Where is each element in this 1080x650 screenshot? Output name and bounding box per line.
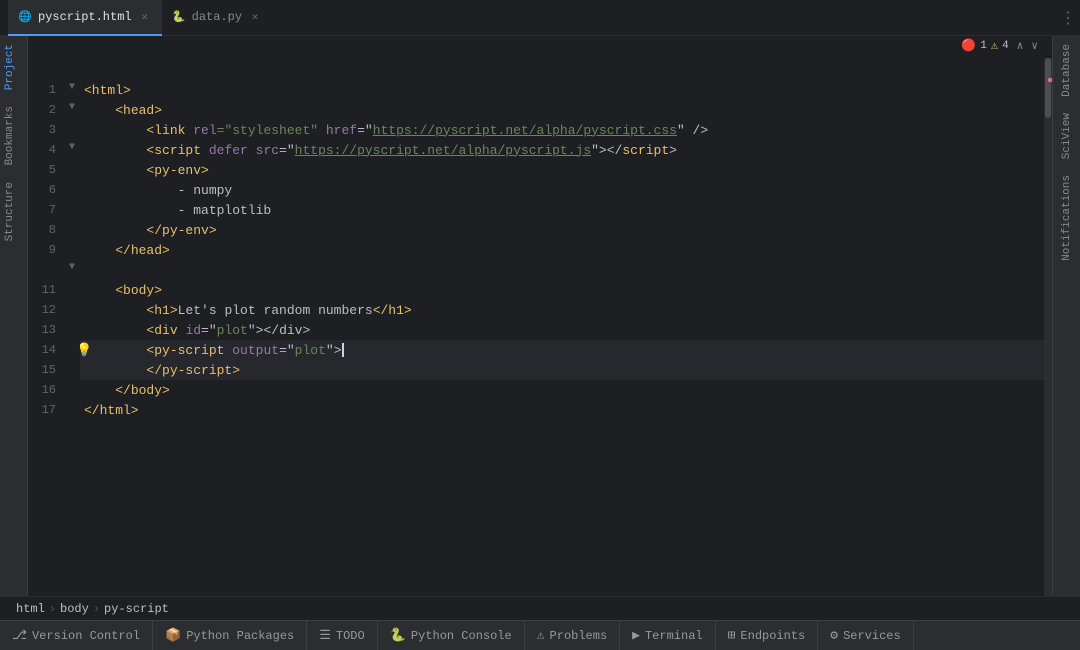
text-cursor <box>342 343 344 357</box>
html-file-icon: 🌐 <box>18 10 32 24</box>
python-console-icon: 🐍 <box>390 628 406 643</box>
status-version-control[interactable]: ⎇ Version Control <box>0 621 153 650</box>
fold-icon-head[interactable]: ▼ <box>64 98 80 118</box>
tab-overflow-button[interactable]: ⋮ <box>1060 8 1076 28</box>
scrollbar-track[interactable] <box>1044 58 1052 596</box>
tag-head-open: <head> <box>115 103 162 118</box>
status-label-todo: TODO <box>336 629 365 643</box>
bulb-icon[interactable]: 💡 <box>80 343 92 358</box>
scrollbar-thumb[interactable] <box>1045 58 1051 118</box>
sidebar-item-sciview[interactable]: SciView <box>1057 105 1077 167</box>
code-line-17: </html> <box>80 400 1044 420</box>
line-numbers: 1 2 3 4 5 6 7 8 9 11 12 13 14 15 16 17 <box>28 58 64 596</box>
todo-icon: ☰ <box>319 628 331 643</box>
code-line-5: <py-env> <box>80 160 1044 180</box>
python-packages-icon: 📦 <box>165 628 181 643</box>
breadcrumb-body[interactable]: body <box>60 602 89 616</box>
error-count: 1 <box>980 40 987 52</box>
status-label-python-packages: Python Packages <box>186 629 294 643</box>
error-indicator: 🔴 1 ⚠ 4 ∧ ∨ <box>955 36 1044 55</box>
code-line-11: <body> <box>80 280 1044 300</box>
code-area[interactable]: <html> <head> <link rel ="stylesheet" hr… <box>80 58 1044 596</box>
code-line-6: - numpy <box>80 180 1044 200</box>
fold-icon-pyenv[interactable]: ▼ <box>64 138 80 158</box>
status-python-console[interactable]: 🐍 Python Console <box>378 621 525 650</box>
sidebar-item-database[interactable]: Database <box>1057 36 1077 105</box>
code-line-12: <h1> Let's plot random numbers </h1> <box>80 300 1044 320</box>
tab-close-datapy[interactable]: ✕ <box>248 10 262 24</box>
fold-icon-body[interactable]: ▼ <box>64 258 80 278</box>
sidebar-item-notifications[interactable]: Notifications <box>1057 167 1077 269</box>
nav-down-arrow[interactable]: ∨ <box>1031 39 1038 53</box>
breadcrumb-html[interactable]: html <box>16 602 45 616</box>
status-terminal[interactable]: ▶ Terminal <box>620 621 715 650</box>
code-line-2: <head> <box>80 100 1044 120</box>
code-editor[interactable]: 1 2 3 4 5 6 7 8 9 11 12 13 14 15 16 17 ▼ <box>28 58 1052 596</box>
status-label-problems: Problems <box>550 629 608 643</box>
editor-container: 🔴 1 ⚠ 4 ∧ ∨ 1 2 3 4 5 6 7 8 9 11 <box>28 36 1052 596</box>
tag-html-open: <html> <box>84 83 131 98</box>
tab-close-pyscript[interactable]: ✕ <box>138 10 152 24</box>
status-label-endpoints: Endpoints <box>740 629 805 643</box>
py-file-icon: 🐍 <box>172 10 186 24</box>
status-problems[interactable]: ⚠ Problems <box>525 621 620 650</box>
tab-pyscript-html[interactable]: 🌐 pyscript.html ✕ <box>8 0 162 36</box>
status-label-terminal: Terminal <box>645 629 703 643</box>
breadcrumb-bar: html › body › py-script <box>0 596 1080 620</box>
main-area: Project Bookmarks Structure 🔴 1 ⚠ 4 ∧ ∨ … <box>0 36 1080 596</box>
status-label-services: Services <box>843 629 901 643</box>
fold-gutter: ▼ ▼ ▼ ▼ <box>64 58 80 596</box>
tab-data-py[interactable]: 🐍 data.py ✕ <box>162 0 272 36</box>
terminal-icon: ▶ <box>632 628 640 643</box>
status-label-python-console: Python Console <box>411 629 512 643</box>
status-services[interactable]: ⚙ Services <box>818 621 913 650</box>
breadcrumb-sep-1: › <box>49 602 56 616</box>
code-line-empty <box>80 60 1044 80</box>
breadcrumb-pyscript[interactable]: py-script <box>104 602 169 616</box>
code-line-13: <div id =" plot "></div> <box>80 320 1044 340</box>
nav-up-arrow[interactable]: ∧ <box>1017 39 1024 53</box>
fold-icon-html[interactable]: ▼ <box>64 78 80 98</box>
warning-icon: ⚠ <box>991 38 998 53</box>
problems-icon: ⚠ <box>537 628 545 643</box>
version-control-icon: ⎇ <box>12 628 27 643</box>
status-python-packages[interactable]: 📦 Python Packages <box>153 621 307 650</box>
status-endpoints[interactable]: ⊞ Endpoints <box>716 621 819 650</box>
left-tool-panel: Project Bookmarks Structure <box>0 36 28 596</box>
error-icon: 🔴 <box>961 38 976 53</box>
sidebar-item-structure[interactable]: Structure <box>0 174 27 249</box>
right-tool-panel: Database SciView Notifications <box>1052 36 1080 596</box>
services-icon: ⚙ <box>830 628 838 643</box>
code-line-3: <link rel ="stylesheet" href =" https://… <box>80 120 1044 140</box>
status-bar: ⎇ Version Control 📦 Python Packages ☰ TO… <box>0 620 1080 650</box>
code-line-15: </py-script> <box>80 360 1044 380</box>
error-marker-1 <box>1048 78 1052 82</box>
warning-count: 4 <box>1002 40 1009 52</box>
indent-2 <box>84 103 115 118</box>
code-line-10 <box>80 260 1044 280</box>
sidebar-item-bookmarks[interactable]: Bookmarks <box>0 98 27 173</box>
code-line-1: <html> <box>80 80 1044 100</box>
endpoints-icon: ⊞ <box>728 628 736 643</box>
tab-label-datapy: data.py <box>192 10 242 24</box>
status-label-version-control: Version Control <box>32 629 140 643</box>
tab-bar: 🌐 pyscript.html ✕ 🐍 data.py ✕ ⋮ <box>0 0 1080 36</box>
tab-label-pyscript: pyscript.html <box>38 10 132 24</box>
sidebar-item-project[interactable]: Project <box>0 36 27 98</box>
code-line-9: </head> <box>80 240 1044 260</box>
code-line-8: </py-env> <box>80 220 1044 240</box>
code-line-4: <script defer src =" https://pyscript.ne… <box>80 140 1044 160</box>
status-todo[interactable]: ☰ TODO <box>307 621 377 650</box>
code-line-14: 💡 <py-script output =" plot "> <box>80 340 1044 360</box>
code-line-16: </body> <box>80 380 1044 400</box>
code-line-7: - matplotlib <box>80 200 1044 220</box>
breadcrumb-sep-2: › <box>93 602 100 616</box>
